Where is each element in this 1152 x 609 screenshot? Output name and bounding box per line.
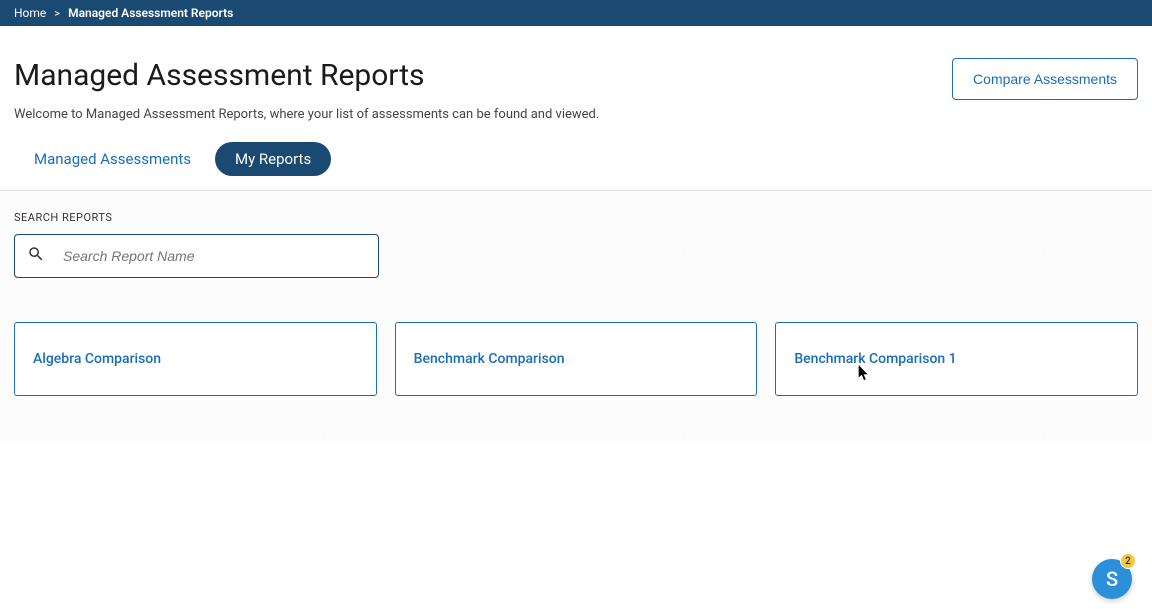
search-icon (27, 245, 63, 267)
report-card-title: Benchmark Comparison (414, 351, 739, 367)
breadcrumb-current: Managed Assessment Reports (68, 6, 233, 20)
search-input[interactable] (63, 248, 366, 264)
page-title: Managed Assessment Reports (14, 58, 425, 93)
tab-managed-assessments[interactable]: Managed Assessments (34, 150, 191, 168)
user-avatar-fab[interactable]: S 2 (1092, 559, 1132, 599)
content-area: SEARCH REPORTS Algebra Comparison Benchm… (0, 191, 1152, 441)
report-card-title: Benchmark Comparison 1 (794, 351, 1119, 367)
report-card[interactable]: Algebra Comparison (14, 322, 377, 396)
notification-badge: 2 (1120, 553, 1136, 569)
compare-assessments-button[interactable]: Compare Assessments (952, 58, 1138, 100)
breadcrumb-home-link[interactable]: Home (14, 6, 46, 20)
tabs: Managed Assessments My Reports (0, 142, 1152, 190)
breadcrumb: Home > Managed Assessment Reports (0, 0, 1152, 26)
report-cards: Algebra Comparison Benchmark Comparison … (14, 322, 1138, 396)
report-card-title: Algebra Comparison (33, 351, 358, 367)
report-card[interactable]: Benchmark Comparison (395, 322, 758, 396)
breadcrumb-separator: > (54, 7, 60, 20)
avatar-letter: S (1106, 567, 1118, 591)
page-subtitle: Welcome to Managed Assessment Reports, w… (0, 107, 1152, 122)
search-label: SEARCH REPORTS (14, 211, 1138, 224)
report-card[interactable]: Benchmark Comparison 1 (775, 322, 1138, 396)
tab-my-reports[interactable]: My Reports (215, 142, 331, 176)
search-input-wrapper[interactable] (14, 234, 379, 278)
